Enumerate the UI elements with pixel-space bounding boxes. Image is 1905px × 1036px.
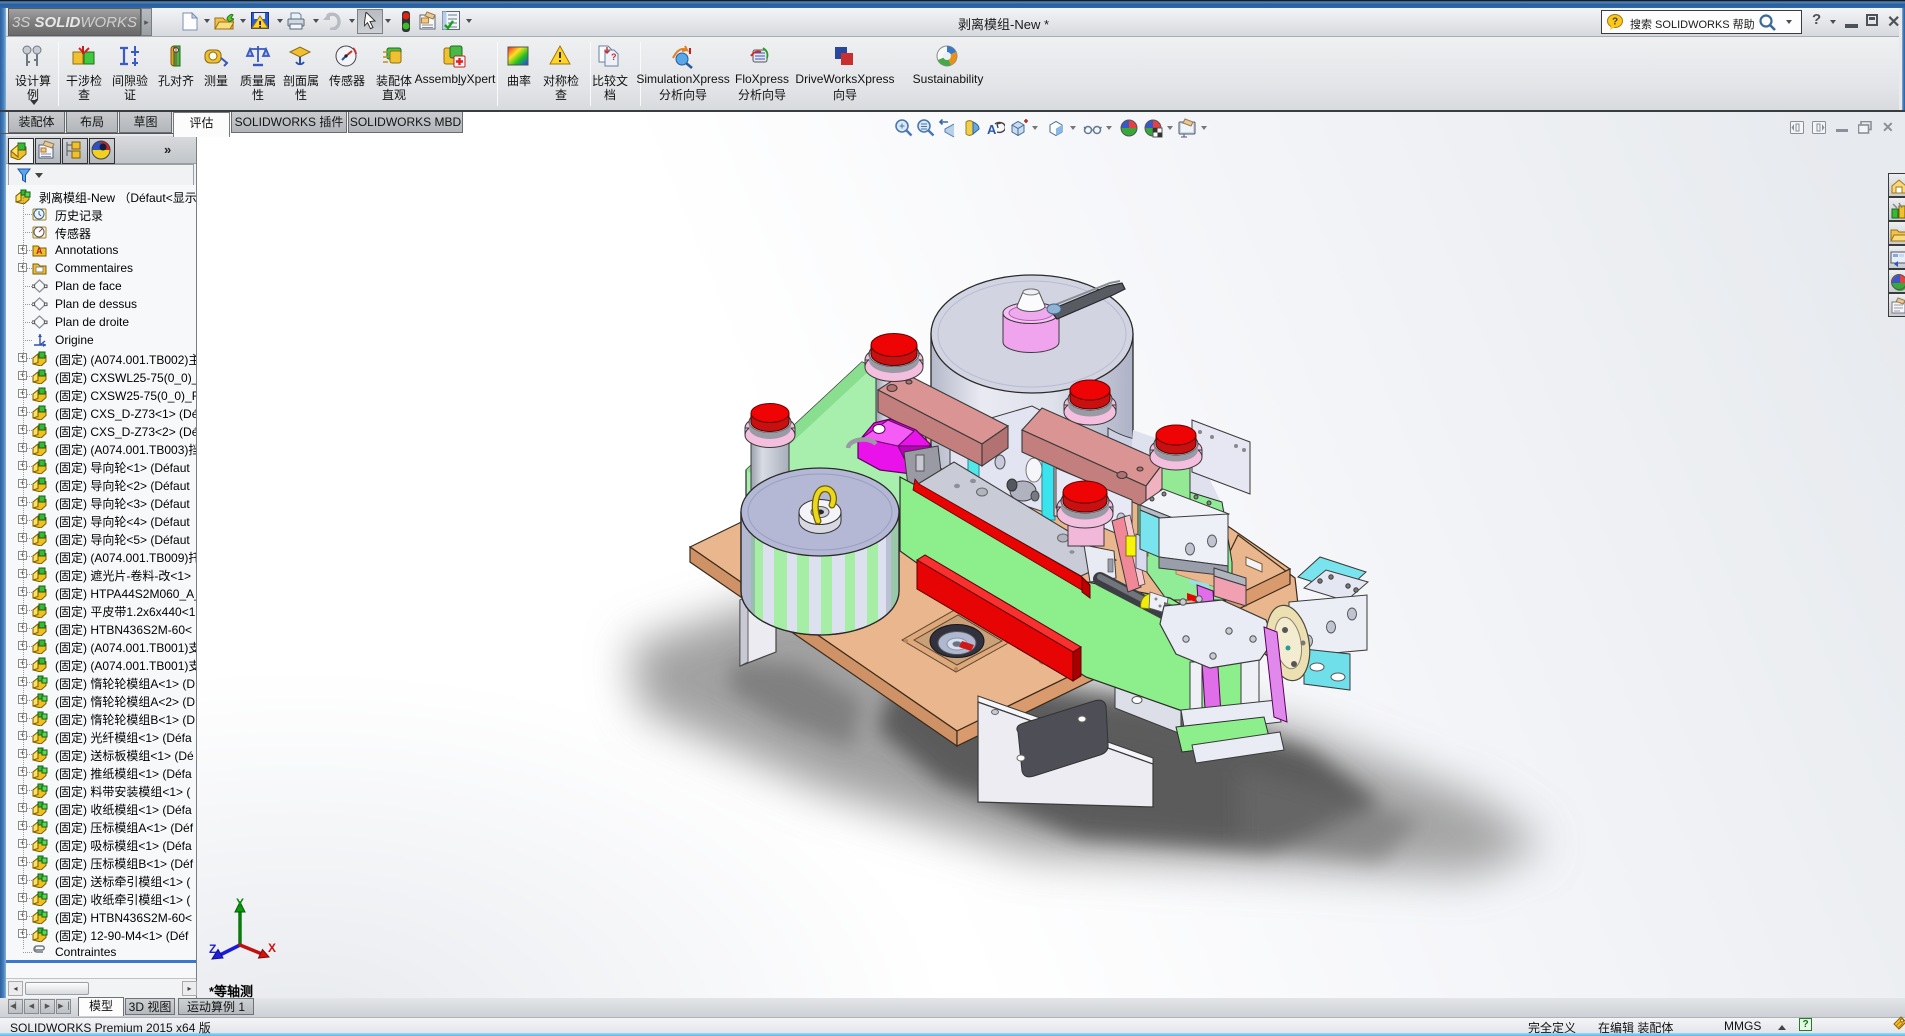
svg-text:A: A bbox=[36, 246, 43, 256]
svg-text:Y: Y bbox=[236, 896, 244, 910]
svg-text:?: ? bbox=[1612, 17, 1618, 28]
svg-text:X: X bbox=[268, 941, 276, 955]
svg-text:Z: Z bbox=[209, 942, 216, 956]
svg-text:?: ? bbox=[611, 52, 617, 62]
